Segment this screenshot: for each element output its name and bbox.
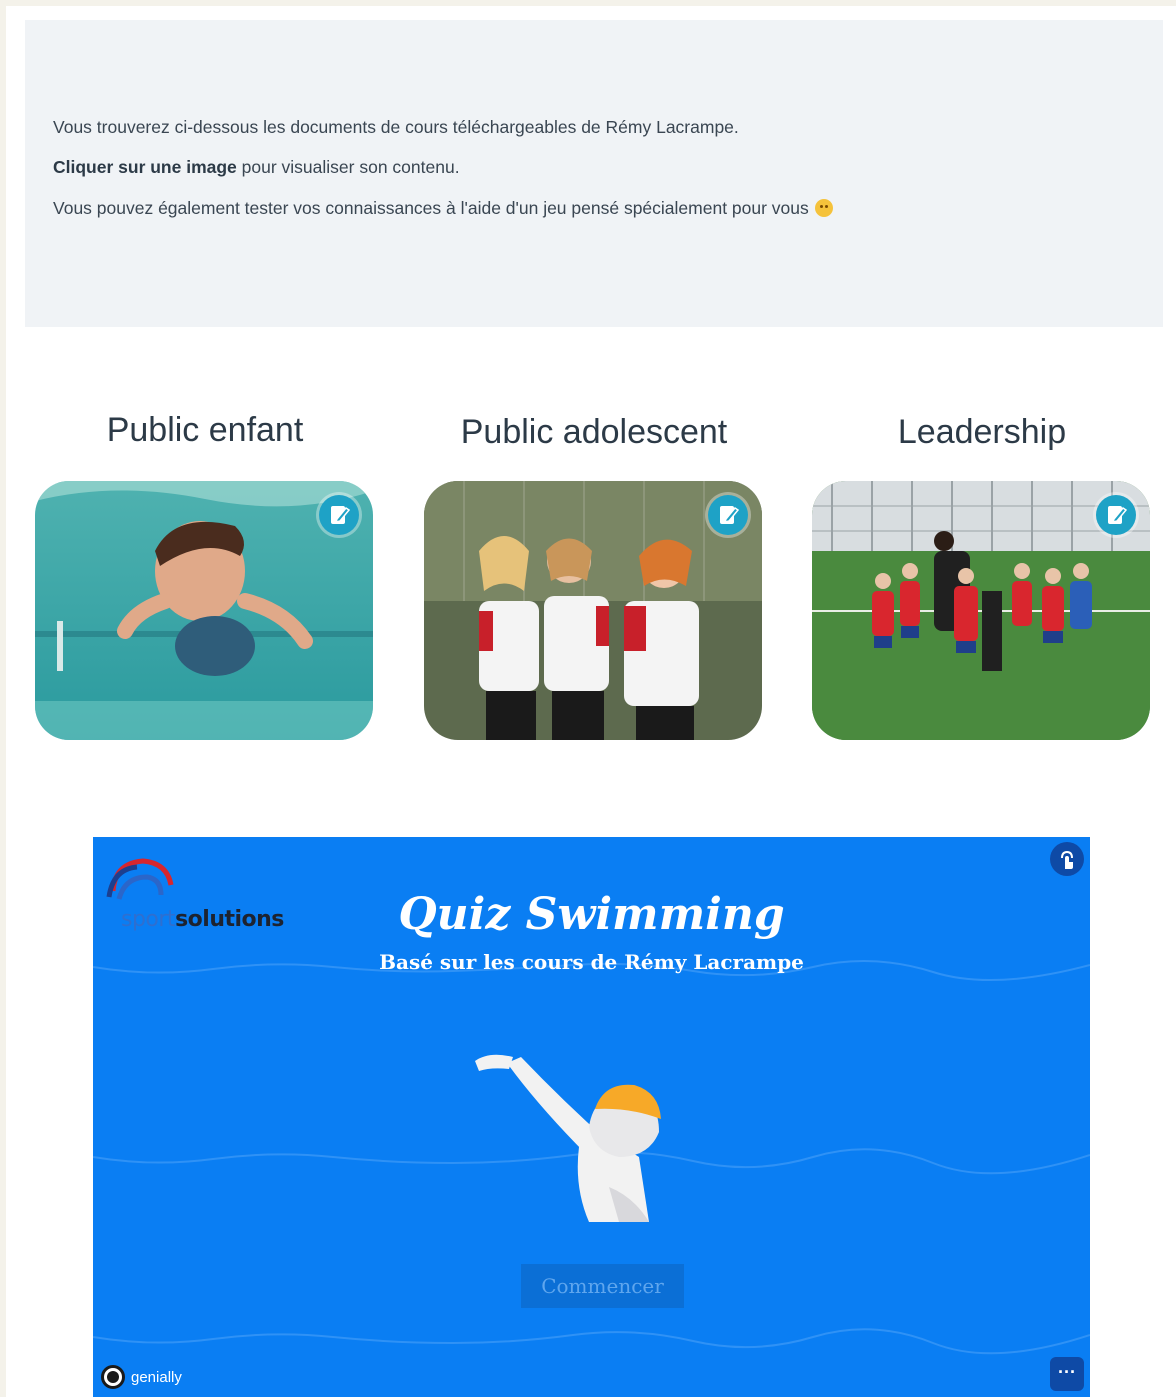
card-public-adolescent[interactable] [424, 481, 762, 740]
touch-hand-icon [1061, 850, 1073, 869]
genially-branding[interactable]: genially [101, 1364, 182, 1390]
fullscreen-toggle-button[interactable] [1050, 842, 1084, 876]
card-title-public-enfant: Public enfant [106, 411, 304, 449]
edit-icon[interactable] [319, 495, 359, 535]
more-options-button[interactable]: ··· [1050, 1357, 1084, 1391]
start-button[interactable]: Commencer [521, 1264, 684, 1308]
intro-line-click: Cliquer sur une image pour visualiser so… [53, 157, 460, 178]
edit-icon[interactable] [1096, 495, 1136, 535]
click-image-bold: Cliquer sur une image [53, 157, 237, 177]
card-title-public-adolescent: Public adolescent [460, 413, 728, 451]
card-title-leadership: Leadership [897, 413, 1067, 451]
genially-label: genially [131, 1368, 182, 1386]
smile-emoji-icon [814, 199, 833, 217]
intro-line-quiz: Vous pouvez également tester vos connais… [53, 198, 833, 219]
genially-logo-icon [101, 1365, 125, 1389]
click-image-rest: pour visualiser son contenu. [236, 157, 460, 177]
swimmer-illustration [475, 1054, 661, 1222]
quiz-embed[interactable]: sportsolutions Quiz Swimming Basé sur le… [93, 837, 1090, 1397]
intro-line-documents: Vous trouverez ci-dessous les documents … [53, 117, 739, 137]
quiz-subtitle: Basé sur les cours de Rémy Lacrampe [379, 950, 804, 974]
quiz-invite-text: Vous pouvez également tester vos connais… [53, 198, 809, 218]
card-leadership[interactable] [812, 481, 1150, 740]
quiz-title: Quiz Swimming [398, 889, 785, 940]
card-public-enfant[interactable] [35, 481, 373, 740]
intro-box: Vous trouverez ci-dessous les documents … [25, 20, 1163, 327]
edit-icon[interactable] [708, 495, 748, 535]
